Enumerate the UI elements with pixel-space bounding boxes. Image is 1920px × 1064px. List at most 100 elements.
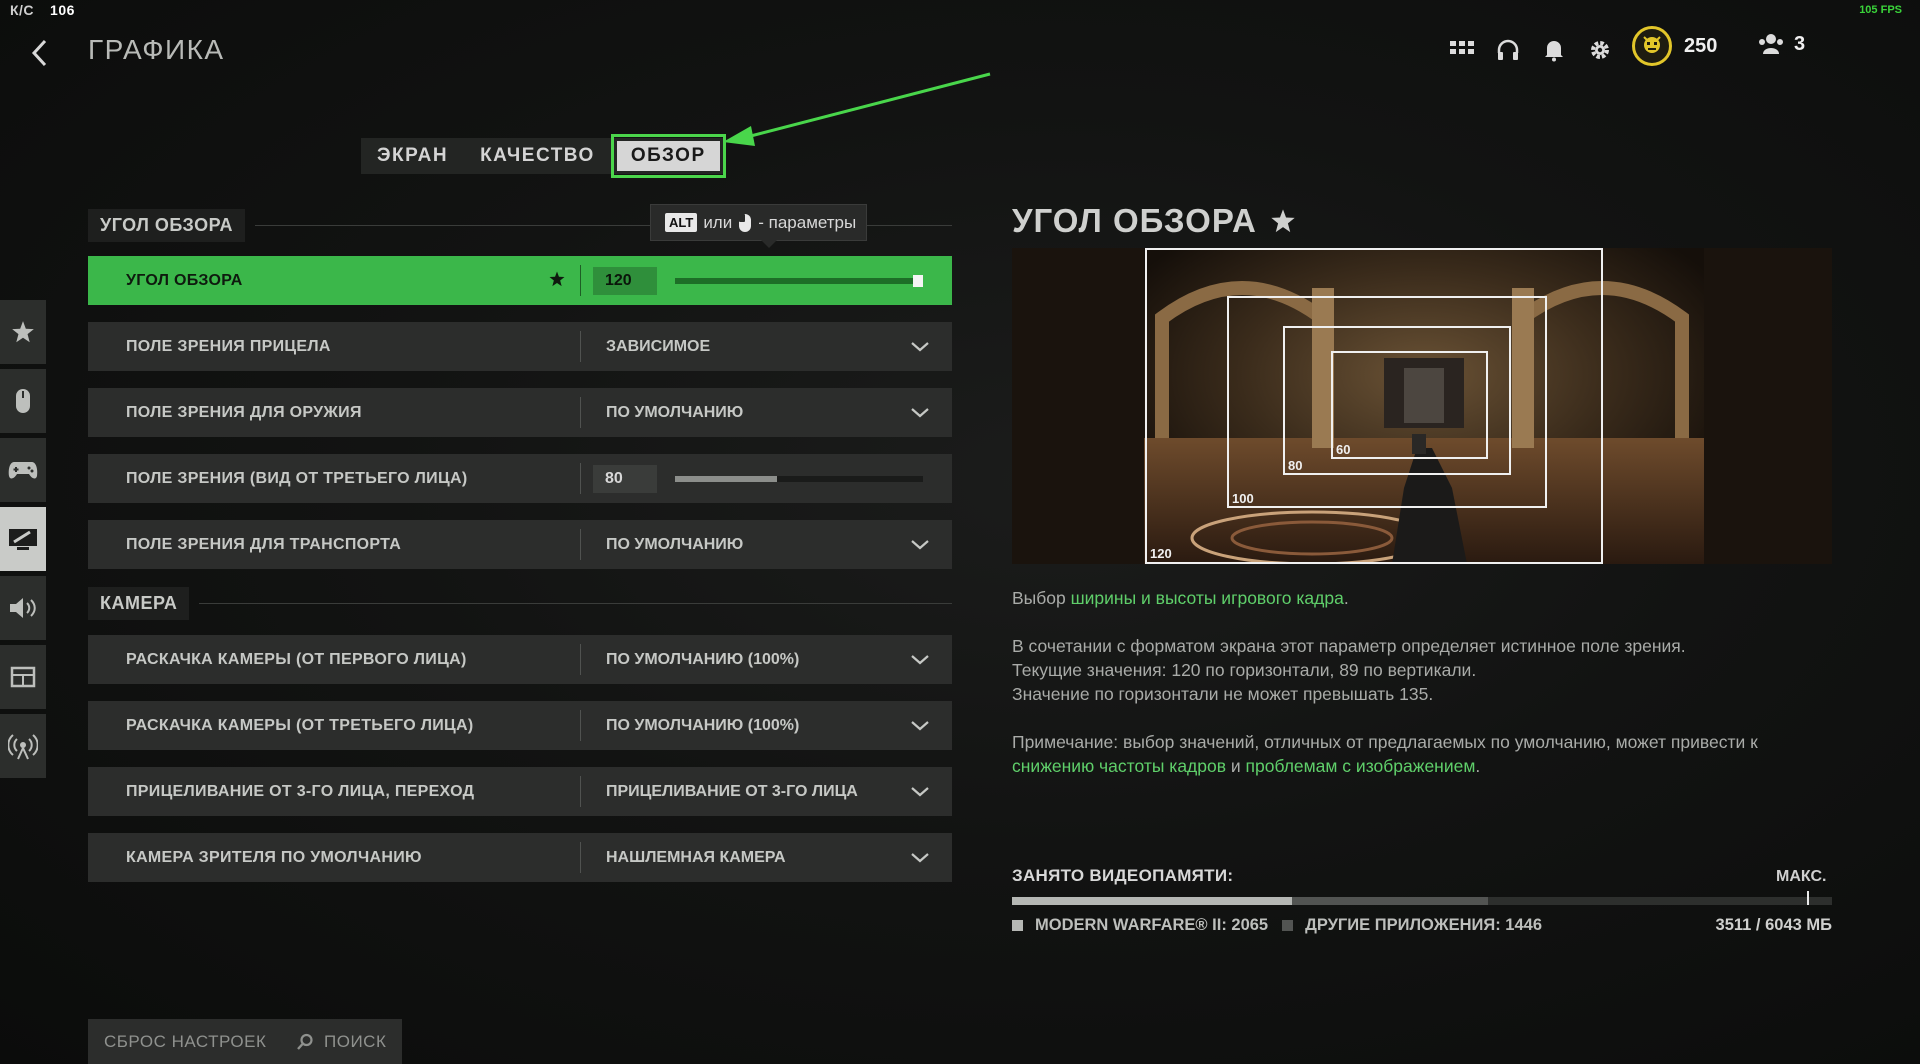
fov-preview-image: 120 100 80 60: [1012, 248, 1832, 564]
party-button[interactable]: 3: [1758, 32, 1805, 56]
legend-swatch-mw: [1012, 920, 1023, 931]
dropdown-value: ПО УМОЛЧАНИЮ: [606, 535, 744, 553]
rail-network[interactable]: [0, 714, 46, 778]
setting-name: ПОЛЕ ЗРЕНИЯ (ВИД ОТ ТРЕТЬЕГО ЛИЦА): [126, 469, 468, 487]
gear-icon[interactable]: [1588, 38, 1612, 62]
favorite-star-icon[interactable]: [548, 270, 566, 288]
dropdown-value: ПРИЦЕЛИВАНИЕ ОТ 3-ГО ЛИЦА: [606, 782, 858, 800]
chevron-down-icon: [911, 408, 929, 418]
interface-icon: [10, 666, 36, 688]
setting-name: РАСКАЧКА КАМЕРЫ (ОТ ТРЕТЬЕГО ЛИЦА): [126, 716, 474, 734]
party-count: 3: [1794, 32, 1806, 55]
fps-counter: 105 FPS: [1859, 4, 1902, 16]
third-person-fov-input[interactable]: 80: [593, 464, 657, 493]
rail-audio[interactable]: [0, 576, 46, 640]
detail-note: Примечание: выбор значений, отличных от …: [1012, 732, 1758, 776]
cod-points[interactable]: 250: [1632, 26, 1717, 66]
highlight-text: проблемам с изображением: [1245, 756, 1476, 776]
preview-label-80: 80: [1288, 458, 1302, 473]
third-person-fov-slider[interactable]: [675, 475, 923, 482]
section-divider: [199, 602, 952, 604]
tab-screen[interactable]: ЭКРАН: [361, 138, 464, 174]
tab-quality[interactable]: КАЧЕСТВО: [464, 138, 611, 174]
gamepad-icon: [8, 462, 38, 479]
reset-settings-button[interactable]: СБРОС НАСТРОЕК: [88, 1019, 283, 1064]
chevron-down-icon: [911, 853, 929, 863]
setting-row-camera-bob-3rd[interactable]: РАСКАЧКА КАМЕРЫ (ОТ ТРЕТЬЕГО ЛИЦА) ПО УМ…: [88, 701, 952, 750]
legend-mw: MODERN WARFARE® II: 2065: [1035, 916, 1269, 934]
mouse-icon: [16, 389, 30, 413]
bell-icon[interactable]: [1542, 38, 1566, 62]
setting-row-camera-bob-1st[interactable]: РАСКАЧКА КАМЕРЫ (ОТ ПЕРВОГО ЛИЦА) ПО УМО…: [88, 635, 952, 684]
tooltip-or: или: [703, 212, 733, 232]
setting-row-spectator-camera[interactable]: КАМЕРА ЗРИТЕЛЯ ПО УМОЛЧАНИЮ НАШЛЕМНАЯ КА…: [88, 833, 952, 882]
page-title: ГРАФИКА: [88, 34, 225, 65]
mouse-icon: [739, 213, 752, 232]
chevron-down-icon: [911, 721, 929, 731]
speaker-icon: [10, 598, 36, 618]
setting-row-fov[interactable]: УГОЛ ОБЗОРА 120: [88, 256, 952, 305]
section-camera-label: КАМЕРА: [88, 586, 190, 620]
alt-key: ALT: [665, 213, 698, 232]
tooltip-suffix: - параметры: [758, 212, 857, 232]
setting-name: ПОЛЕ ЗРЕНИЯ ДЛЯ ОРУЖИЯ: [126, 403, 362, 421]
chevron-down-icon: [911, 655, 929, 665]
chevron-down-icon: [911, 540, 929, 550]
party-icon: [1759, 34, 1783, 54]
preview-label-120: 120: [1150, 546, 1172, 561]
setting-row-third-person-ads[interactable]: ПРИЦЕЛИВАНИЕ ОТ 3-ГО ЛИЦА, ПЕРЕХОД ПРИЦЕ…: [88, 767, 952, 816]
category-rail: [0, 300, 46, 783]
preview-label-60: 60: [1336, 442, 1350, 457]
rail-interface[interactable]: [0, 645, 46, 709]
rail-mouse[interactable]: [0, 369, 46, 433]
search-icon: [297, 1033, 313, 1050]
setting-name: ПРИЦЕЛИВАНИЕ ОТ 3-ГО ЛИЦА, ПЕРЕХОД: [126, 782, 475, 800]
chevron-down-icon: [911, 342, 929, 352]
tab-view[interactable]: ОБЗОР: [610, 134, 726, 178]
setting-name: ПОЛЕ ЗРЕНИЯ ПРИЦЕЛА: [126, 337, 331, 355]
vram-usage-bar: [1012, 891, 1832, 905]
slider-handle[interactable]: [913, 274, 923, 287]
vram-bar-other: [1292, 897, 1489, 905]
rail-controller[interactable]: [0, 438, 46, 502]
dropdown-value: ПО УМОЛЧАНИЮ (100%): [606, 650, 800, 668]
star-icon: [1271, 209, 1295, 233]
search-button[interactable]: ПОИСК: [280, 1019, 403, 1064]
fov-value-input[interactable]: 120: [593, 266, 657, 295]
setting-row-third-person-fov[interactable]: ПОЛЕ ЗРЕНИЯ (ВИД ОТ ТРЕТЬЕГО ЛИЦА) 80: [88, 454, 952, 503]
cod-points-value: 250: [1684, 34, 1718, 57]
chevron-down-icon: [911, 787, 929, 797]
detail-description-2: В сочетании с форматом экрана этот парам…: [1012, 636, 1686, 704]
detail-description-1: Выбор ширины и высоты игрового кадра.: [1012, 588, 1349, 608]
setting-row-weapon-fov[interactable]: ПОЛЕ ЗРЕНИЯ ДЛЯ ОРУЖИЯ ПО УМОЛЧАНИЮ: [88, 388, 952, 437]
preview-label-100: 100: [1232, 491, 1254, 506]
star-icon: [12, 321, 34, 343]
apps-grid-icon[interactable]: [1450, 38, 1474, 62]
tooltip-pointer: [761, 240, 777, 248]
legend-swatch-other: [1282, 920, 1294, 931]
legend-other: ДРУГИЕ ПРИЛОЖЕНИЯ: 1446: [1305, 916, 1542, 934]
rail-favorites[interactable]: [0, 300, 46, 364]
settings-tabs: ЭКРАН КАЧЕСТВО ОБЗОР: [361, 134, 726, 178]
rail-graphics[interactable]: [0, 507, 46, 571]
kd-stat: К/С 106: [10, 2, 75, 18]
section-camera: КАМЕРА: [88, 586, 952, 620]
headset-icon[interactable]: [1496, 38, 1520, 62]
setting-name: РАСКАЧКА КАМЕРЫ (ОТ ПЕРВОГО ЛИЦА): [126, 650, 467, 668]
kd-value: 106: [50, 2, 75, 18]
setting-row-ads-fov[interactable]: ПОЛЕ ЗРЕНИЯ ПРИЦЕЛА ЗАВИСИМОЕ: [88, 322, 952, 371]
alt-hint-tooltip: ALT или - параметры: [650, 204, 868, 248]
fov-slider[interactable]: [675, 274, 923, 287]
setting-name: УГОЛ ОБЗОРА: [126, 271, 243, 289]
top-icon-bar: [1450, 30, 1612, 70]
vram-bar-mw: [1012, 897, 1293, 905]
dropdown-value: ЗАВИСИМОЕ: [606, 337, 711, 355]
back-button[interactable]: [16, 30, 64, 76]
vram-legend: MODERN WARFARE® II: 2065 ДРУГИЕ ПРИЛОЖЕН…: [1012, 916, 1542, 935]
highlight-text: снижению частоты кадров: [1012, 756, 1227, 776]
section-fov-label: УГОЛ ОБЗОРА: [88, 208, 246, 242]
setting-row-vehicle-fov[interactable]: ПОЛЕ ЗРЕНИЯ ДЛЯ ТРАНСПОРТА ПО УМОЛЧАНИЮ: [88, 520, 952, 569]
setting-name: КАМЕРА ЗРИТЕЛЯ ПО УМОЛЧАНИЮ: [126, 848, 422, 866]
dropdown-value: ПО УМОЛЧАНИЮ: [606, 403, 744, 421]
network-icon: [8, 734, 38, 760]
